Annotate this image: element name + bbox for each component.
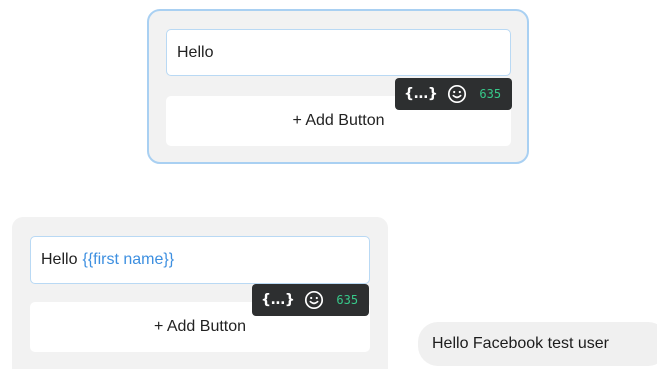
add-button-label: + Add Button: [153, 318, 247, 335]
preview-message-text: Hello Facebook test user: [432, 335, 609, 352]
add-button-label: + Add Button: [292, 112, 385, 129]
first-name-variable-token[interactable]: {{first name}}: [82, 251, 174, 269]
message-text-prefix: Hello: [41, 251, 78, 268]
character-counter: 635: [336, 293, 359, 307]
message-text-value: Hello: [177, 43, 214, 61]
character-counter: 635: [479, 87, 502, 101]
message-text-input[interactable]: Hello {{first name}}: [30, 236, 370, 284]
text-toolbar: {...} 635: [252, 284, 369, 316]
insert-variable-button[interactable]: {...}: [404, 86, 438, 102]
insert-variable-button[interactable]: {...}: [261, 292, 295, 308]
smiley-icon[interactable]: [447, 84, 467, 104]
text-toolbar: {...} 635: [395, 78, 512, 110]
stage: Hello + Add Button {...} 635 Hello {{firs…: [0, 0, 657, 369]
text-message-card-selected[interactable]: Hello + Add Button {...} 635: [147, 9, 529, 164]
smiley-icon[interactable]: [304, 290, 324, 310]
text-message-card[interactable]: Hello {{first name}} + Add Button {...} 6…: [12, 217, 388, 369]
message-preview-bubble: Hello Facebook test user: [418, 322, 657, 366]
message-text-input[interactable]: Hello: [166, 29, 511, 76]
